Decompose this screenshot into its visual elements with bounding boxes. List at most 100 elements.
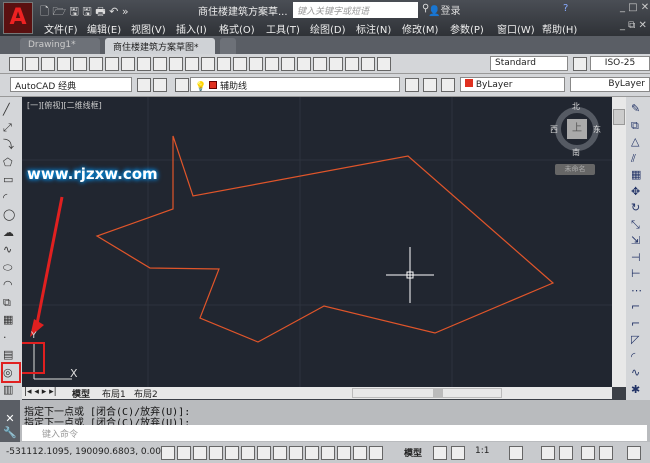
saveas-icon[interactable]: 🖫 [82,5,91,18]
3dosnap-icon[interactable] [257,446,271,460]
preview-icon[interactable] [73,57,87,71]
match-icon[interactable] [153,57,167,71]
tab-navigation-arrows[interactable]: |◂ ◂ ▸ ▸| [24,387,57,397]
rotate-icon[interactable]: ↻ [631,200,645,217]
compass-east[interactable]: 东 [593,124,601,135]
break-icon[interactable]: ⌐ [631,299,645,316]
isolate-objects-icon[interactable] [581,446,595,460]
sc-icon[interactable] [369,446,383,460]
design-center-icon[interactable] [281,57,295,71]
open-icon[interactable]: 🗁 [52,5,66,18]
compass-south[interactable]: 南 [572,147,580,158]
menu-insert[interactable]: 插入(I) [176,21,207,36]
workspace-select[interactable]: AutoCAD 经典 [10,77,132,92]
lock-icon[interactable] [559,446,573,460]
ellipse-arc-icon[interactable]: ◠ [3,276,19,294]
layer-state-icon[interactable] [441,78,455,92]
horizontal-scrollbar[interactable] [352,388,502,398]
more-icon[interactable]: » [122,5,129,18]
region-icon[interactable]: ◎ [1,361,21,383]
make-block-icon[interactable]: ▦ [3,311,19,329]
osnap-icon[interactable] [241,446,255,460]
properties-icon[interactable] [265,57,279,71]
linetype-select[interactable]: ByLayer [570,77,650,92]
copy-icon[interactable]: ⧉ [631,118,645,135]
break-point-icon[interactable]: ⋯ [631,283,645,300]
blend-icon[interactable]: ∿ [631,365,645,382]
scale-icon[interactable]: ⤡ [631,217,645,234]
join-icon[interactable]: ⌐ [631,316,645,333]
zoom-previous-icon[interactable] [249,57,263,71]
annotation-scale[interactable]: 1:1 [475,446,489,456]
layer-select[interactable]: 💡 辅助线 [190,77,400,92]
layer-previous-icon[interactable] [423,78,437,92]
viewport-controls[interactable]: [一][俯视][二维线框] [27,100,102,111]
sheet-set-icon[interactable] [313,57,327,71]
menu-parametric[interactable]: 参数(P) [450,21,484,36]
tab-drawing1[interactable]: Drawing1* [20,38,100,54]
insert-block-icon[interactable]: ⧉ [3,294,19,312]
tpy-icon[interactable] [337,446,351,460]
save-icon[interactable]: 🖫 [70,5,79,18]
qp-icon[interactable] [353,446,367,460]
markup-icon[interactable] [329,57,343,71]
menu-dimension[interactable]: 标注(N) [356,21,391,36]
menu-edit[interactable]: 编辑(E) [87,21,121,36]
open-icon[interactable] [25,57,39,71]
erase-icon[interactable]: ✎ [631,101,645,118]
tab-layout2[interactable]: 布局2 [134,387,158,400]
print-icon[interactable]: 🖶 [95,5,105,18]
undo-icon[interactable] [169,57,183,71]
ellipse-icon[interactable]: ⬭ [3,259,19,277]
dim-style-select[interactable]: ISO-25 [590,56,650,71]
rectangle-icon[interactable]: ▭ [3,171,19,189]
move-icon[interactable]: ✥ [631,184,645,201]
layer-properties-icon[interactable] [175,78,189,92]
new-icon[interactable]: 🗋 [40,5,49,18]
fillet-icon[interactable]: ◜ [631,349,645,366]
menu-window[interactable]: 窗口(W) [497,21,535,36]
point-icon[interactable]: · [3,329,19,347]
snap-icon[interactable] [177,446,191,460]
spline-icon[interactable]: ∿ [3,241,19,259]
color-select[interactable]: ByLayer [460,77,565,92]
menu-format[interactable]: 格式(O) [219,21,255,36]
model-space-button[interactable]: 模型 [404,446,422,459]
compass-west[interactable]: 西 [550,124,558,135]
viewcube-top[interactable]: 上 [567,119,587,139]
construction-line-icon[interactable]: ⤢ [3,119,19,137]
zoom-icon[interactable] [217,57,231,71]
zoom-window-icon[interactable] [233,57,247,71]
clean-screen-icon[interactable] [627,446,641,460]
help-icon[interactable]: ? [563,3,568,14]
login-button[interactable]: 👤登录 [428,2,460,17]
revcloud-icon[interactable]: ☁ [3,224,19,242]
trim-icon[interactable]: ⊣ [631,250,645,267]
text-style-select[interactable]: Standard [490,56,568,71]
drawing-canvas[interactable]: [一][俯视][二维线框] www.rjzxw.com Y X 上 北 南 东 … [22,97,612,387]
infer-icon[interactable] [161,446,175,460]
vertical-scrollbar[interactable] [612,97,626,387]
lwt-icon[interactable] [321,446,335,460]
workspace-switch-icon[interactable] [541,446,555,460]
otrack-icon[interactable] [273,446,287,460]
publish-icon[interactable] [89,57,103,71]
quick-view-drawings-icon[interactable] [451,446,465,460]
polyline-icon[interactable]: ⤵ [3,136,19,154]
circle-icon[interactable]: ◯ [3,206,19,224]
array-icon[interactable]: ▦ [631,167,645,184]
command-window-controls[interactable]: ✕ 🔧 [0,400,20,442]
tab-model[interactable]: 模型 [72,387,90,400]
polygon-icon[interactable]: ⬠ [3,154,19,172]
pan-icon[interactable] [201,57,215,71]
menu-tools[interactable]: 工具(T) [266,21,300,36]
workspace-settings-icon[interactable] [137,78,151,92]
grid-icon[interactable] [193,446,207,460]
menu-modify[interactable]: 修改(M) [402,21,438,36]
doc-window-controls[interactable]: _ ⧉ ✕ [620,20,647,31]
menu-view[interactable]: 视图(V) [131,21,166,36]
help-icon[interactable] [361,57,375,71]
search-input[interactable]: 键入关键字或短语 [293,2,418,18]
menu-help[interactable]: 帮助(H) [542,21,577,36]
tab-layout1[interactable]: 布局1 [102,387,126,400]
